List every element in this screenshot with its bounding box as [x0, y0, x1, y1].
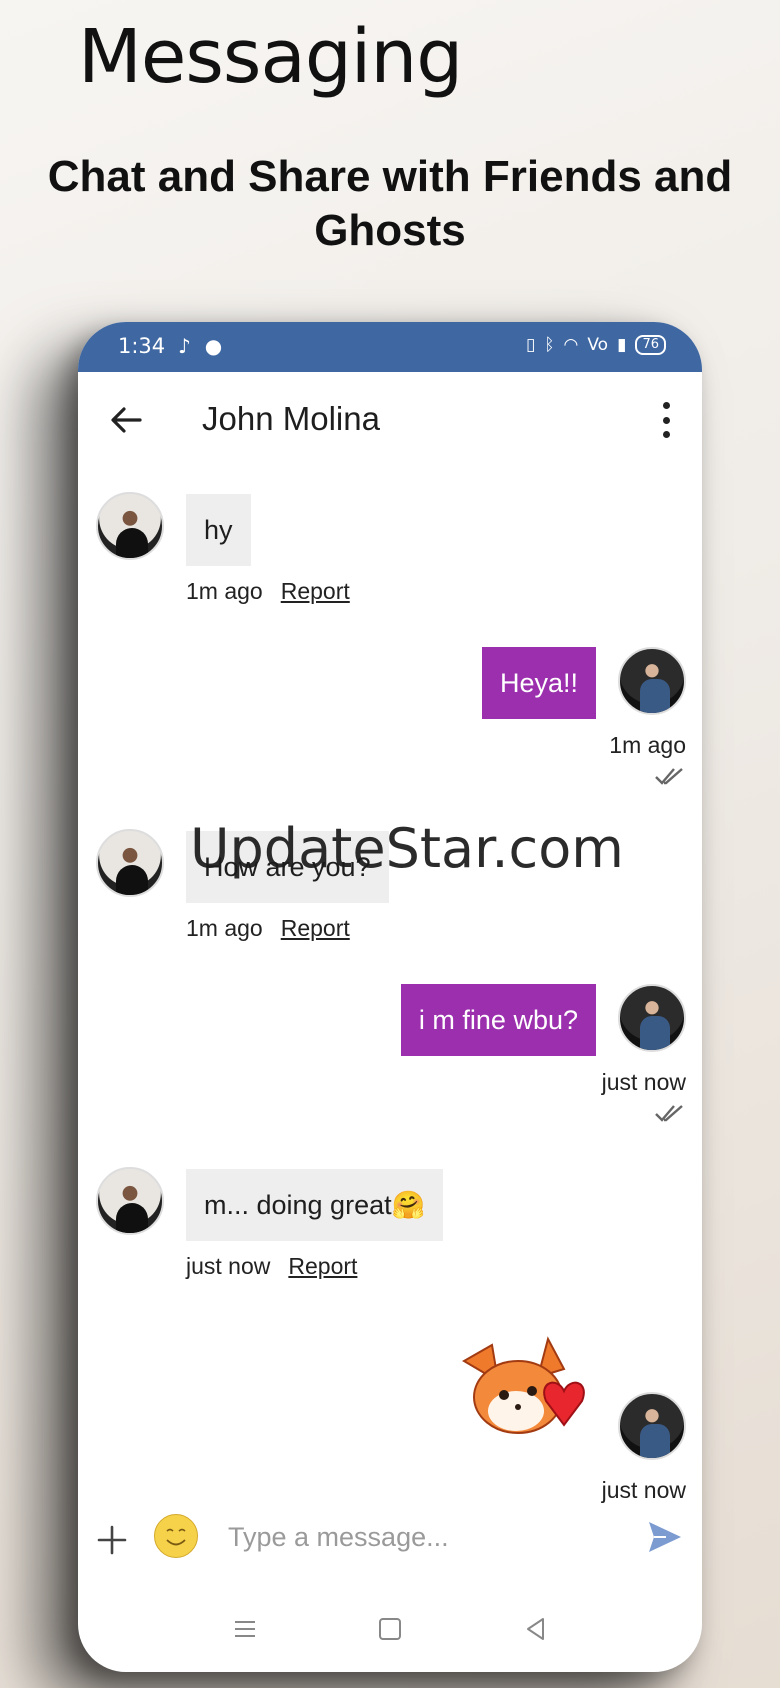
app-bar: John Molina — [78, 372, 702, 468]
promo-subtitle: Chat and Share with Friends and Ghosts — [47, 152, 733, 255]
message-time: 1m ago — [186, 578, 263, 604]
contact-name[interactable]: John Molina — [202, 400, 380, 438]
promo-title: Messaging — [78, 14, 463, 100]
status-bar: 1:34 ♪ ● ▯ ᛒ ◠ Vo ▮ 76 — [78, 322, 702, 372]
contact-avatar[interactable] — [96, 492, 164, 560]
app-notification-icon: ● — [204, 334, 223, 358]
vibrate-icon: ▯ — [525, 335, 536, 355]
emoji-icon[interactable] — [154, 1514, 198, 1558]
message-bubble-outgoing[interactable]: i m fine wbu? — [400, 984, 596, 1056]
fox-heart-sticker[interactable] — [446, 1325, 596, 1455]
battery-icon: 76 — [635, 335, 666, 355]
message-time: just now — [186, 1253, 271, 1279]
more-vert-icon[interactable] — [658, 402, 674, 438]
message-bubble-incoming[interactable]: hy — [186, 494, 251, 566]
message-bubble-outgoing[interactable]: Heya!! — [481, 647, 596, 719]
message-time: just now — [601, 1069, 686, 1095]
bluetooth-icon: ᛒ — [544, 335, 555, 355]
nav-menu-icon[interactable] — [230, 1614, 260, 1644]
contact-avatar[interactable] — [96, 1167, 164, 1235]
contact-avatar[interactable] — [96, 829, 164, 897]
message-meta: 1m ago Report — [186, 578, 350, 605]
system-nav-bar — [78, 1596, 702, 1672]
wifi-icon: ◠ — [563, 335, 579, 355]
user-avatar[interactable] — [618, 984, 686, 1052]
user-avatar[interactable] — [618, 647, 686, 715]
plus-icon[interactable] — [96, 1524, 128, 1556]
nav-home-icon[interactable] — [375, 1614, 405, 1644]
report-link[interactable]: Report — [288, 1253, 357, 1279]
music-note-icon: ♪ — [178, 334, 191, 358]
status-time: 1:34 — [118, 334, 166, 358]
message-meta: 1m ago Report — [186, 915, 350, 942]
send-icon[interactable] — [646, 1518, 684, 1556]
message-bubble-incoming[interactable]: How are you? — [186, 831, 389, 903]
back-arrow-icon[interactable] — [104, 398, 148, 442]
message-composer — [78, 1500, 702, 1596]
message-input[interactable] — [226, 1514, 590, 1560]
message-meta: just now Report — [186, 1253, 357, 1280]
message-bubble-incoming[interactable]: m... doing great🤗 — [186, 1169, 444, 1241]
message-time: 1m ago — [609, 732, 686, 758]
user-avatar[interactable] — [618, 1392, 686, 1460]
signal-icon: ▮ — [617, 335, 627, 355]
nav-back-icon[interactable] — [521, 1614, 551, 1644]
phone-frame: 1:34 ♪ ● ▯ ᛒ ◠ Vo ▮ 76 John Molina hy 1m… — [78, 322, 702, 1672]
report-link[interactable]: Report — [281, 915, 350, 941]
double-check-icon — [655, 768, 683, 785]
message-time: 1m ago — [186, 915, 263, 941]
report-link[interactable]: Report — [281, 578, 350, 604]
volte-icon: Vo — [587, 335, 609, 355]
double-check-icon — [655, 1105, 683, 1122]
